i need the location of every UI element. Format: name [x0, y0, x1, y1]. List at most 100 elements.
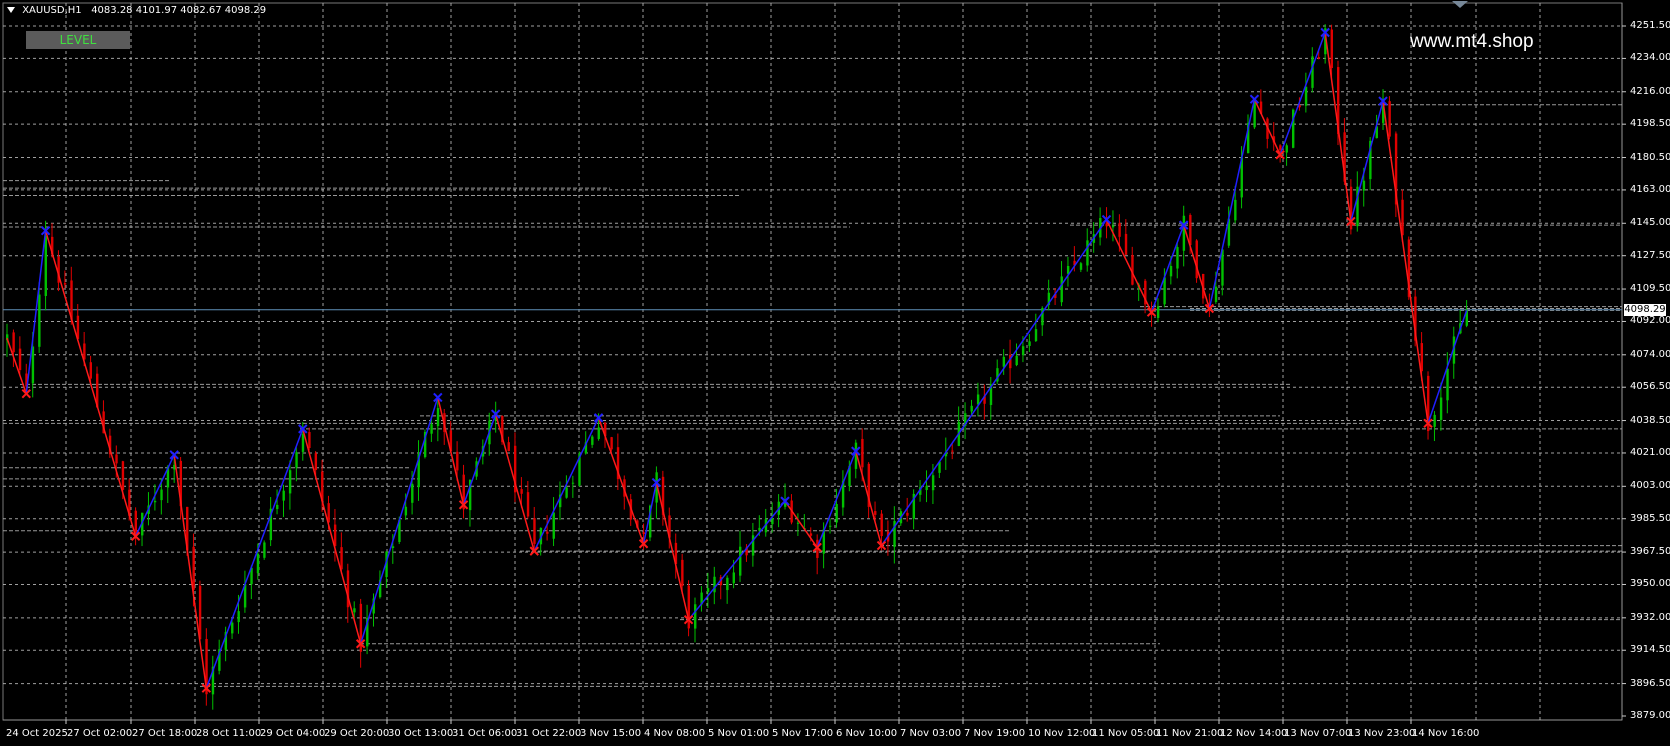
candle-body — [1156, 306, 1160, 318]
candle-body — [1362, 180, 1366, 191]
candle-body — [411, 483, 414, 503]
candle-body — [1189, 215, 1192, 246]
candle-body — [12, 332, 15, 353]
candle-body — [314, 453, 318, 471]
candle-body — [533, 518, 536, 544]
price-tick-label: 4003.00 — [1630, 480, 1670, 492]
candle-body — [340, 547, 343, 570]
candle-body — [1015, 355, 1018, 366]
candle-body — [121, 461, 125, 490]
time-tick-label: 30 Oct 13:00 — [388, 728, 454, 739]
candle-body — [880, 513, 883, 537]
zigzag-down-segment — [44, 230, 137, 537]
candle-body — [1234, 199, 1237, 221]
time-tick-label: 29 Oct 20:00 — [324, 728, 390, 739]
candle-body — [1021, 346, 1025, 356]
candle-body — [1060, 276, 1063, 303]
candle-body — [1169, 265, 1173, 277]
candle-body — [276, 504, 279, 510]
candle-body — [256, 553, 260, 574]
price-tick-label: 4234.00 — [1630, 52, 1670, 64]
price-tick-label: 3896.50 — [1630, 677, 1670, 689]
candle-body — [976, 394, 980, 405]
candle-body — [809, 533, 813, 536]
candle-body — [1439, 397, 1443, 420]
price-tick-label: 4056.50 — [1630, 381, 1670, 393]
candle-body — [1304, 86, 1308, 106]
zigzag-up-segment — [134, 454, 175, 537]
price-tick-label: 4145.00 — [1630, 217, 1670, 229]
candle-body — [1124, 233, 1128, 255]
candle-body — [295, 452, 298, 468]
symbol-label: XAUUSD,H1 — [22, 5, 82, 16]
zigzag-up-segment — [359, 397, 439, 644]
candle-body — [231, 622, 234, 634]
candle-body — [1311, 56, 1314, 88]
price-tick-label: 4216.00 — [1630, 85, 1670, 97]
candle-body — [835, 504, 838, 523]
price-tick-label: 3985.50 — [1630, 512, 1670, 524]
candle-body — [31, 346, 35, 384]
chart-window[interactable]: XAUUSD,H1 4083.28 4101.97 4082.67 4098.2… — [0, 0, 1670, 746]
candle-body — [353, 608, 356, 613]
time-tick-label: 14 Nov 16:00 — [1412, 728, 1480, 739]
zigzag-down-segment — [1105, 219, 1153, 313]
candle-body — [507, 442, 510, 452]
time-tick-label: 12 Nov 14:00 — [1220, 728, 1288, 739]
time-tick-label: 11 Nov 21:00 — [1156, 728, 1224, 739]
zigzag-down-segment — [302, 428, 362, 644]
zigzag-down-segment — [597, 417, 645, 544]
zigzag-down-segment — [1382, 100, 1429, 424]
candle-body — [694, 604, 697, 629]
price-tick-label: 4021.00 — [1630, 446, 1670, 458]
time-tick-label: 6 Nov 10:00 — [836, 728, 898, 739]
price-tick-label: 4038.50 — [1630, 414, 1670, 426]
price-chart[interactable] — [0, 0, 1670, 746]
candle-body — [546, 531, 549, 534]
candle-body — [160, 489, 163, 501]
candle-body — [288, 470, 292, 494]
price-tick-label: 4198.50 — [1630, 118, 1670, 130]
candle-body — [1285, 145, 1288, 153]
candle-body — [89, 362, 92, 379]
current-price-label: 4098.29 — [1624, 303, 1666, 316]
time-tick-label: 10 Nov 12:00 — [1028, 728, 1096, 739]
zigzag-down-segment — [784, 500, 818, 548]
level-button[interactable]: LEVEL — [26, 31, 130, 49]
ohlc-label: 4083.28 4101.97 4082.67 4098.29 — [91, 5, 267, 16]
time-tick-label: 13 Nov 23:00 — [1348, 728, 1416, 739]
candle-body — [925, 485, 928, 491]
candle-body — [681, 559, 684, 586]
zigzag-up-segment — [1208, 99, 1256, 309]
candle-body — [771, 518, 774, 525]
chart-shift-marker — [1452, 1, 1468, 8]
candle-body — [456, 451, 459, 471]
zigzag-up-segment — [1279, 32, 1326, 155]
zigzag-up-segment — [1350, 100, 1384, 222]
candle-body — [1279, 145, 1282, 151]
price-tick-label: 4074.00 — [1630, 348, 1670, 360]
candle-body — [796, 522, 800, 524]
candle-body — [1176, 247, 1179, 269]
candle-body — [1214, 286, 1218, 302]
time-tick-label: 27 Oct 18:00 — [132, 728, 198, 739]
candle-body — [1420, 343, 1423, 372]
candle-body — [520, 489, 523, 494]
time-tick-label: 4 Nov 08:00 — [644, 728, 706, 739]
zigzag-up-segment — [25, 230, 47, 394]
candle-body — [571, 482, 575, 484]
candle-body — [970, 405, 973, 412]
candle-body — [874, 511, 877, 515]
candle-body — [1388, 101, 1391, 137]
price-tick-label: 3932.00 — [1630, 611, 1670, 623]
candle-body — [1079, 263, 1083, 270]
watermark-text: www.mt4.shop — [1410, 31, 1534, 52]
zigzag-down-segment — [173, 454, 208, 689]
time-tick-label: 27 Oct 02:00 — [67, 728, 133, 739]
candle-body — [1118, 223, 1121, 237]
zigzag-down-segment — [1182, 224, 1211, 309]
candle-body — [1105, 223, 1108, 227]
candle-body — [18, 348, 22, 371]
time-tick-label: 28 Oct 11:00 — [196, 728, 262, 739]
candle-body — [1034, 329, 1038, 342]
